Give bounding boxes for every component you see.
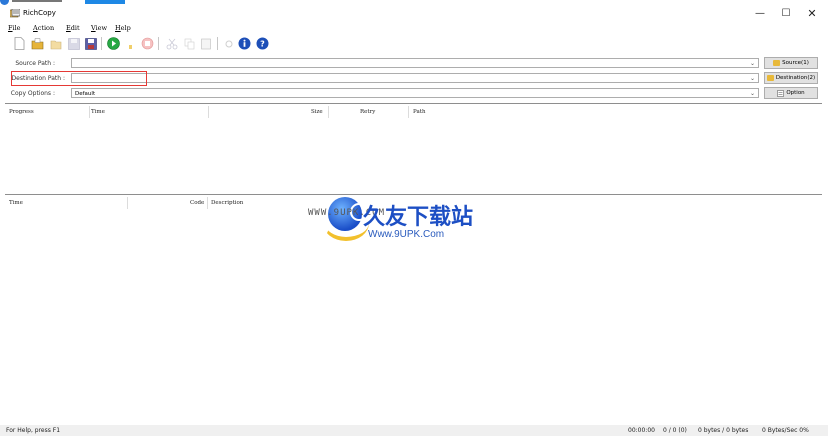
col-retry[interactable]: Retry xyxy=(360,109,375,115)
toolbar-separator xyxy=(101,37,102,50)
chevron-down-icon[interactable]: ⌄ xyxy=(750,59,755,69)
watermark-url-right: Www.9UPK.Com xyxy=(368,229,445,240)
status-bytes: 0 bytes / 0 bytes xyxy=(698,427,749,434)
window-title: RichCopy xyxy=(23,9,56,17)
title-bar: RichCopy — ☐ ✕ xyxy=(0,5,828,23)
toolbar-separator xyxy=(158,37,159,50)
chevron-down-icon[interactable]: ⌄ xyxy=(750,74,755,84)
cut-icon[interactable] xyxy=(164,36,179,51)
highlight-box xyxy=(11,71,147,86)
maximize-button[interactable]: ☐ xyxy=(772,5,800,23)
col-time[interactable]: Time xyxy=(91,109,105,115)
close-button[interactable]: ✕ xyxy=(798,5,826,23)
col-divider xyxy=(127,197,128,209)
option-icon xyxy=(777,89,785,97)
menu-edit[interactable]: Edit xyxy=(66,24,80,32)
col-divider xyxy=(208,106,209,118)
save-icon[interactable] xyxy=(83,36,98,51)
watermark-brand: 久友下载站 xyxy=(363,205,474,230)
toolbar: ? xyxy=(0,34,828,54)
option-button-label: Option xyxy=(786,90,805,96)
menu-view[interactable]: View xyxy=(91,24,107,32)
open-file-icon[interactable] xyxy=(48,36,63,51)
svg-text:?: ? xyxy=(260,40,265,49)
copy-options-label: Copy Options : xyxy=(10,90,55,97)
cropped-highlight xyxy=(85,0,125,4)
start-copy-icon[interactable] xyxy=(106,36,121,51)
help-icon[interactable]: ? xyxy=(255,36,270,51)
folder-icon xyxy=(773,60,781,66)
menu-bar: File Action Edit View Help xyxy=(0,23,828,34)
menu-action[interactable]: Action xyxy=(33,24,54,32)
col-path[interactable]: Path xyxy=(413,109,426,115)
app-icon xyxy=(10,9,20,18)
source-path-label: Source Path : xyxy=(15,60,55,67)
col-code[interactable]: Code xyxy=(190,200,204,206)
option-button[interactable]: Option xyxy=(764,87,818,99)
status-help: For Help, press F1 xyxy=(6,427,61,434)
cropped-text xyxy=(12,0,62,2)
col-size[interactable]: Size xyxy=(311,109,323,115)
col-divider xyxy=(408,106,409,118)
pause-icon[interactable] xyxy=(122,36,137,51)
source-button[interactable]: Source(1) xyxy=(764,57,818,69)
copy-options-combo[interactable]: Default ⌄ xyxy=(71,88,759,98)
menu-help[interactable]: Help xyxy=(115,24,131,32)
open-folder-icon[interactable] xyxy=(30,36,45,51)
copy-options-value: Default xyxy=(75,91,96,97)
new-document-icon[interactable] xyxy=(12,36,27,51)
source-path-combo[interactable]: ⌄ xyxy=(71,58,759,68)
destination-path-combo[interactable]: ⌄ xyxy=(71,73,759,83)
status-rate: 0 Bytes/Sec 0% xyxy=(762,427,809,434)
destination-button-label: Destination(2) xyxy=(775,75,816,81)
chevron-down-icon[interactable]: ⌄ xyxy=(750,89,755,99)
settings-icon[interactable] xyxy=(221,36,236,51)
status-elapsed: 00:00:00 xyxy=(628,427,655,434)
info-icon[interactable] xyxy=(237,36,252,51)
progress-table[interactable]: Progress Time Size Retry Path xyxy=(5,104,822,194)
status-bar: For Help, press F1 00:00:00 0 / 0 (0) 0 … xyxy=(0,425,828,436)
toolbar-separator xyxy=(217,37,218,50)
copy-icon[interactable] xyxy=(182,36,197,51)
minimize-button[interactable]: — xyxy=(746,5,774,23)
col-divider xyxy=(207,197,208,209)
status-count: 0 / 0 (0) xyxy=(663,427,687,434)
col-divider xyxy=(89,106,90,118)
save-disabled-icon[interactable] xyxy=(66,36,81,51)
source-button-label: Source(1) xyxy=(782,60,809,66)
folder-icon xyxy=(766,75,774,81)
col-log-time[interactable]: Time xyxy=(9,200,23,206)
menu-file[interactable]: File xyxy=(8,24,21,32)
destination-button[interactable]: Destination(2) xyxy=(764,72,818,84)
paste-icon[interactable] xyxy=(198,36,213,51)
col-divider xyxy=(328,106,329,118)
col-description[interactable]: Description xyxy=(211,200,243,206)
col-progress[interactable]: Progress xyxy=(9,109,34,115)
stop-icon[interactable] xyxy=(140,36,155,51)
